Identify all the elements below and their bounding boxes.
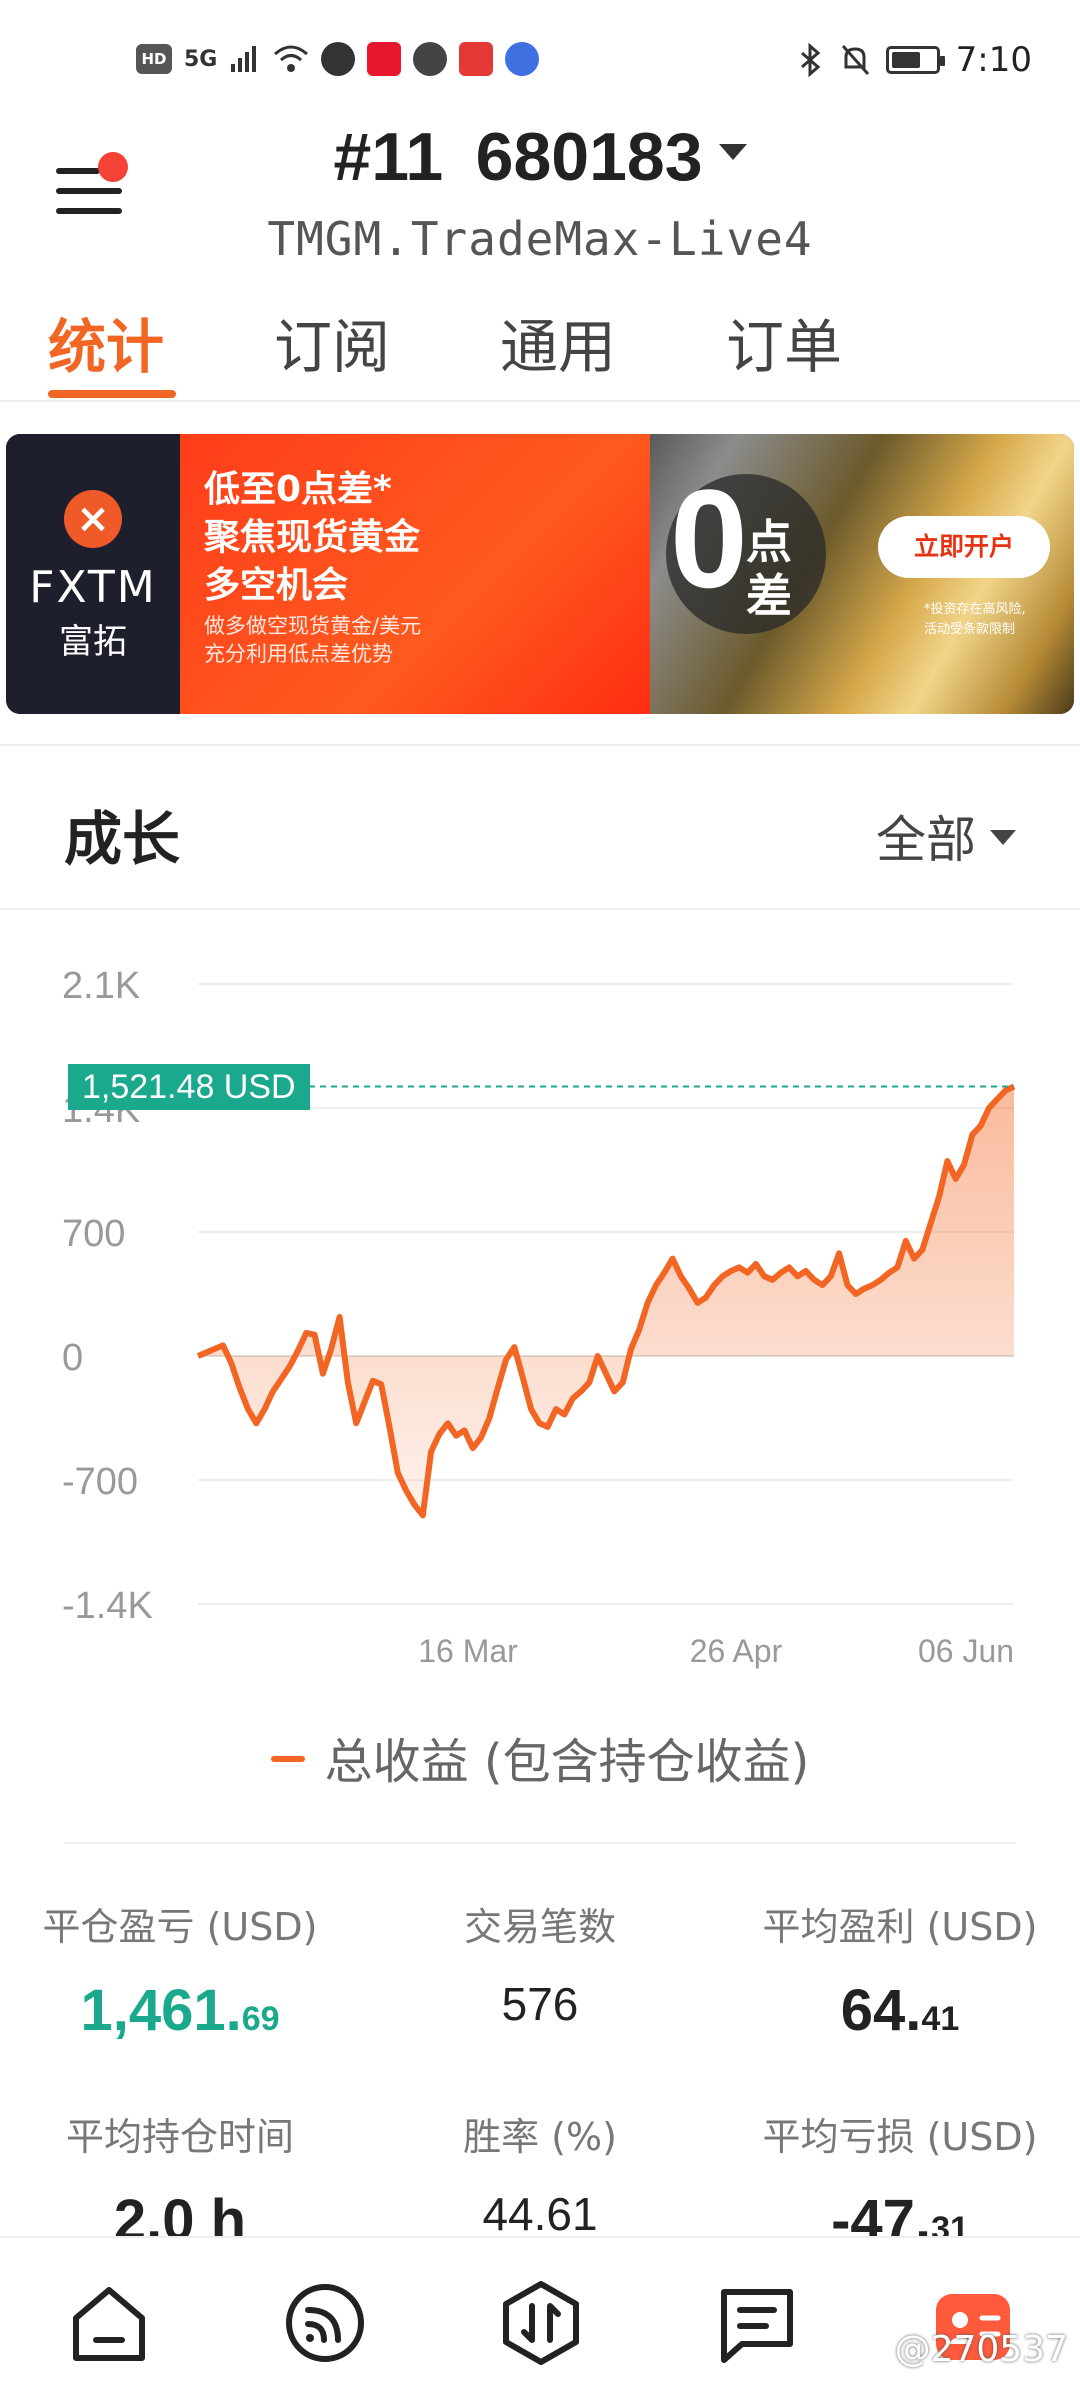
bluetooth-icon <box>800 43 820 77</box>
stat-value: 64.41 <box>720 1977 1080 2044</box>
nav-trade[interactable] <box>496 2278 586 2368</box>
stat-label: 平均持仓时间 <box>65 2115 294 2159</box>
banner-subtext: 充分利用低点差优势 <box>204 642 393 666</box>
hd-icon: HD <box>136 44 172 74</box>
stat-value: 576 <box>360 1977 720 2031</box>
server-name: TMGM.TradeMax-Live4 <box>267 212 813 266</box>
x-tick-label: 26 Apr <box>690 1633 783 1669</box>
section-title: 成长 <box>64 805 181 873</box>
app-notification-icon <box>413 42 448 76</box>
weibo-icon <box>367 42 402 76</box>
banner-headline: 多空机会 <box>204 565 349 606</box>
tab-general[interactable]: 通用 <box>500 300 616 384</box>
stat-value-integer: 576 <box>501 1978 579 2030</box>
chart-legend[interactable]: 总收益 (包含持仓收益) <box>0 1722 1080 1792</box>
brand-name-cn: 富拓 <box>59 622 127 662</box>
stat-value-integer: 44.61 <box>482 2188 598 2240</box>
nav-home[interactable] <box>64 2278 154 2368</box>
growth-chart[interactable]: 2.1K1.4K7000-700-1.4K 16 Mar 26 Apr 06 Jun <box>0 930 1080 1690</box>
book-icon <box>459 42 494 76</box>
stat-label: 平仓盈亏 (USD) <box>42 1905 318 1949</box>
app-notification-icon <box>321 42 356 76</box>
current-value-tag: 1,521.48 USD <box>68 1064 310 1110</box>
banner-text-panel: 低至0点差* 聚焦现货黄金 多空机会 做多做空现货黄金/美元 充分利用低点差优势 <box>180 434 650 714</box>
stat-label: 胜率 (%) <box>463 2115 617 2159</box>
status-bar-left-icons: HD 5G <box>136 42 540 76</box>
period-filter-value: 全部 <box>876 811 976 869</box>
disclaimer-text: 活动受条款限制 <box>924 622 1016 637</box>
brand-name: FXTM <box>29 562 157 613</box>
stat-item: 胜率 (%) 44.61 <box>360 2106 720 2241</box>
watermark: @270537 <box>894 2329 1068 2370</box>
status-bar-right-icons: 7:10 <box>798 40 1032 80</box>
chevron-down-icon <box>990 830 1016 845</box>
clock: 7:10 <box>955 40 1032 80</box>
tab-bar: 统计 订阅 通用 订单 <box>0 290 1080 402</box>
tab-orders[interactable]: 订单 <box>726 300 842 384</box>
stat-item: 交易笔数 576 <box>360 1896 720 2031</box>
stat-item: 平均持仓时间 2.0 h <box>0 2106 360 2254</box>
y-tick-label: -700 <box>62 1461 138 1503</box>
zero-spread-label: 差 <box>746 569 792 623</box>
battery-icon <box>885 46 945 74</box>
chevron-down-icon <box>718 144 747 161</box>
mute-icon <box>841 45 869 75</box>
legend-label: 总收益 (包含持仓收益) <box>324 1734 810 1790</box>
divider <box>64 1842 1016 1844</box>
trade-icon <box>503 2281 579 2365</box>
y-tick-label: -1.4K <box>62 1585 153 1627</box>
fxtm-logo-mark-icon: × <box>64 490 122 548</box>
active-tab-indicator <box>48 390 176 398</box>
disclaimer-text: *投资存在高风险, <box>924 602 1026 617</box>
stat-value-integer: 64. <box>840 1978 922 2043</box>
signal-icon <box>286 2284 364 2362</box>
stat-label: 平均亏损 (USD) <box>762 2115 1038 2159</box>
y-tick-label: 700 <box>62 1213 125 1255</box>
status-bar: HD 5G 7:10 <box>0 0 1080 120</box>
divider <box>0 744 1080 746</box>
x-tick-label: 16 Mar <box>418 1633 518 1669</box>
nav-signals[interactable] <box>280 2278 370 2368</box>
series-area <box>198 1086 1014 1516</box>
tab-statistics[interactable]: 统计 <box>48 300 164 384</box>
music-icon <box>505 42 540 76</box>
y-tick-label: 2.1K <box>62 965 140 1007</box>
stat-value-integer: 1,461. <box>80 1978 242 2043</box>
account-number: #11 680183 <box>333 119 703 195</box>
fxtm-logo: × FXTM 富拓 <box>6 434 180 714</box>
stat-item: 平均亏损 (USD) -47.31 <box>720 2106 1080 2254</box>
tab-subscribe[interactable]: 订阅 <box>274 300 390 384</box>
stat-value: 44.61 <box>360 2187 720 2241</box>
divider <box>0 908 1080 910</box>
stat-label: 平均盈利 (USD) <box>762 1905 1038 1949</box>
news-icon <box>721 2289 793 2363</box>
stat-label: 交易笔数 <box>463 1905 616 1949</box>
nav-news[interactable] <box>712 2278 802 2368</box>
promo-banner[interactable]: × FXTM 富拓 低至0点差* 聚焦现货黄金 多空机会 做多做空现货黄金/美元… <box>6 434 1074 714</box>
network-5g-label: 5G <box>184 46 218 72</box>
banner-headline: 低至0点差* <box>204 469 392 510</box>
x-tick-label: 06 Jun <box>918 1633 1014 1669</box>
banner-subtext: 做多做空现货黄金/美元 <box>204 614 422 638</box>
zero-spread-number: 0 <box>670 460 748 617</box>
home-icon <box>73 2287 145 2361</box>
period-filter-dropdown[interactable]: 全部 <box>876 800 1016 872</box>
stat-value-decimal: 69 <box>241 2000 280 2038</box>
open-account-button[interactable]: 立即开户 <box>878 516 1050 578</box>
legend-swatch <box>270 1756 305 1762</box>
bottom-nav: @270537 <box>0 2236 1080 2400</box>
stat-value-decimal: 41 <box>921 2000 960 2038</box>
wifi-icon <box>274 45 309 72</box>
stat-item: 平均盈利 (USD) 64.41 <box>720 1896 1080 2044</box>
signal-icon <box>231 46 257 72</box>
y-tick-label: 0 <box>62 1337 83 1379</box>
stat-item: 平仓盈亏 (USD) 1,461.69 <box>0 1896 360 2044</box>
stat-value: 1,461.69 <box>0 1977 360 2044</box>
banner-headline: 聚焦现货黄金 <box>204 517 421 558</box>
account-selector[interactable]: #11 680183 <box>0 118 1080 196</box>
